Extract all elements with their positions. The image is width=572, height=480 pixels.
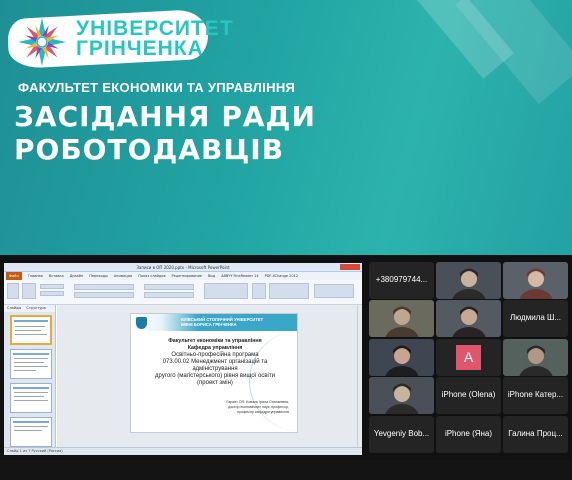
ribbon-tab[interactable]: Главная <box>28 272 43 280</box>
participant-tile[interactable]: A <box>436 339 501 376</box>
current-slide[interactable]: КИЇВСЬКИЙ СТОЛИЧНИЙ УНІВЕРСИТЕТ ІМЕНІ БО… <box>130 313 298 433</box>
arrange-button[interactable] <box>252 283 266 299</box>
participant-tile[interactable] <box>369 377 434 414</box>
ribbon-tab[interactable]: Показ слайдов <box>138 272 165 280</box>
ribbon-tab[interactable]: PDF-XChange 2012 <box>265 272 298 280</box>
participant-video-icon <box>503 339 568 376</box>
university-name: УНІВЕРСИТЕТ ГРІНЧЕНКА <box>76 17 234 60</box>
ribbon-tab[interactable]: Переходы <box>89 272 108 280</box>
window-title: Записи в ОП 2020.pptx - Microsoft PowerP… <box>136 265 230 270</box>
university-crest-icon <box>136 317 147 329</box>
ribbon-tab[interactable]: Анимация <box>114 272 133 280</box>
page-headline: ЗАСІДАННЯ РАДИ РОБОТОДАВЦІВ <box>14 100 316 166</box>
faculty-title: ФАКУЛЬТЕТ ЕКОНОМІКИ ТА УПРАВЛІННЯ <box>18 80 296 95</box>
slides-panel: Слайды Структура <box>4 305 56 447</box>
ribbon-tab[interactable]: Файл <box>6 272 22 280</box>
paragraph-buttons[interactable] <box>144 284 194 290</box>
university-logo-icon <box>18 18 66 66</box>
participant-tile[interactable]: +380979744... <box>369 262 434 299</box>
participant-tile[interactable]: iPhone (Olena) <box>436 377 501 414</box>
slide-code: 073.00.02 Менеджмент організацій та адмі… <box>162 359 268 372</box>
participant-video-icon <box>369 300 434 337</box>
slide-program: Освітньо-професійна програма <box>171 352 259 358</box>
slide-thumbnail[interactable] <box>10 315 52 345</box>
shapes-gallery[interactable] <box>204 283 248 299</box>
participant-video-icon <box>369 377 434 414</box>
avatar-icon: A <box>456 345 481 370</box>
reset-button[interactable] <box>40 291 64 296</box>
panel-tabs: Слайды Структура <box>4 305 55 312</box>
participant-tile[interactable] <box>503 339 568 376</box>
ribbon-tab[interactable]: ABBYY FineReader 14 <box>221 272 258 280</box>
participant-tile[interactable] <box>503 262 568 299</box>
call-toolbar <box>0 460 572 480</box>
slide-university: КИЇВСЬКИЙ СТОЛИЧНИЙ УНІВЕРСИТЕТ ІМЕНІ БО… <box>181 317 264 327</box>
participant-tile[interactable]: iPhone (Яна) <box>436 416 501 453</box>
slide-project: (проект змін) <box>197 380 233 386</box>
status-bar: Слайд 1 из 7 Русский (Россия) <box>4 447 362 455</box>
header-banner: УНІВЕРСИТЕТ ГРІНЧЕНКА ФАКУЛЬТЕТ ЕКОНОМІК… <box>0 0 572 255</box>
ribbon-toolbar <box>4 280 362 305</box>
participant-video-icon <box>436 262 501 299</box>
logo-line-1: УНІВЕРСИТЕТ <box>76 17 234 40</box>
participant-video-icon <box>369 339 434 376</box>
ribbon-tab[interactable]: Дизайн <box>70 272 84 280</box>
editing-group[interactable] <box>314 284 354 298</box>
panel-tab-slides[interactable]: Слайды <box>7 306 21 310</box>
participant-tile[interactable]: Людмила Ш... <box>503 300 568 337</box>
ribbon-tab[interactable]: Рецензирование <box>172 272 203 280</box>
participant-video-icon <box>436 300 501 337</box>
vertical-scrollbar[interactable] <box>357 305 362 447</box>
font-select[interactable] <box>74 284 134 290</box>
participant-name: Галина Проц... <box>508 429 563 438</box>
slide-editor[interactable]: КИЇВСЬКИЙ СТОЛИЧНИЙ УНІВЕРСИТЕТ ІМЕНІ БО… <box>57 305 362 447</box>
slide-faculty: Факультет економіки та управління <box>168 338 262 344</box>
participant-tile[interactable]: Yevgeniy Bob... <box>369 416 434 453</box>
font-format-buttons[interactable] <box>74 292 134 298</box>
participant-name: iPhone Катер... <box>507 390 564 399</box>
slide-thumbnail[interactable] <box>10 349 52 379</box>
participant-name: Людмила Ш... <box>509 313 562 322</box>
slide-department: Кафедра управління <box>187 345 243 351</box>
ribbon-tab[interactable]: Вид <box>208 272 215 280</box>
panel-tab-outline[interactable]: Структура <box>26 306 45 310</box>
slide-guarantor: Гарант ОП: Коваль Ірина Степанівна, докт… <box>226 400 289 414</box>
slide-thumbnail[interactable] <box>10 417 52 447</box>
participant-name: Yevgeniy Bob... <box>373 429 430 438</box>
participant-name: +380979744... <box>375 275 428 284</box>
layout-button[interactable] <box>40 284 64 289</box>
align-buttons[interactable] <box>144 292 194 298</box>
participant-name: iPhone (Яна) <box>444 429 493 438</box>
participant-tile[interactable]: iPhone Катер... <box>503 377 568 414</box>
quick-styles-button[interactable] <box>269 283 309 299</box>
participant-name: iPhone (Olena) <box>441 390 496 399</box>
logo-line-2: ГРІНЧЕНКА <box>76 37 204 60</box>
ribbon-tab[interactable]: Вставка <box>49 272 64 280</box>
participant-tile[interactable] <box>436 300 501 337</box>
slide-level: другого (магістерського) рівня вищої осв… <box>155 373 275 379</box>
ribbon-tabs: Файл Главная Вставка Дизайн Переходы Ани… <box>4 272 362 280</box>
video-call-screen: Записи в ОП 2020.pptx - Microsoft PowerP… <box>0 255 572 480</box>
window-title-bar: Записи в ОП 2020.pptx - Microsoft PowerP… <box>4 263 362 272</box>
paste-button[interactable] <box>7 283 19 299</box>
window-controls[interactable] <box>340 264 360 270</box>
participant-tile[interactable] <box>369 339 434 376</box>
participant-tile[interactable]: Галина Проц... <box>503 416 568 453</box>
powerpoint-window[interactable]: Записи в ОП 2020.pptx - Microsoft PowerP… <box>4 263 362 455</box>
participant-tile[interactable] <box>436 262 501 299</box>
slide-body: Факультет економіки та управління Кафедр… <box>145 338 285 387</box>
participant-video-icon <box>503 262 568 299</box>
participant-tile[interactable] <box>369 300 434 337</box>
slide-thumbnail[interactable] <box>10 383 52 413</box>
new-slide-button[interactable] <box>22 283 36 299</box>
